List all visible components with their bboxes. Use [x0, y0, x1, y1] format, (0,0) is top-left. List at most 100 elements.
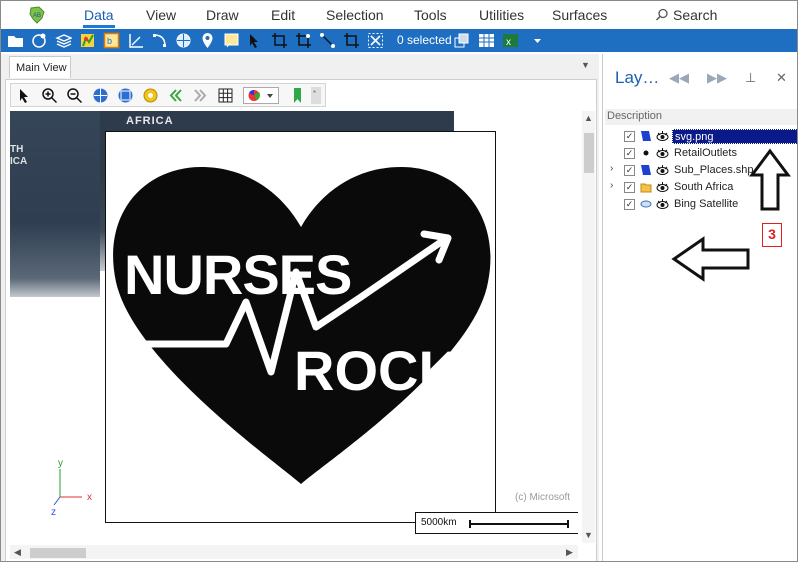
layer-visibility-checkbox[interactable]: ✓: [624, 131, 635, 142]
axis-z-label: z: [51, 507, 56, 517]
map-icon[interactable]: [79, 32, 96, 49]
map-panel: * AFRICA TH ICA NURSES ROCK (c) Microsof…: [5, 79, 597, 561]
table-icon[interactable]: [478, 32, 495, 49]
layer-visibility-checkbox[interactable]: ✓: [624, 182, 635, 193]
tab-main-view[interactable]: Main View: [9, 56, 71, 78]
grid-icon[interactable]: [217, 87, 234, 104]
menu-edit[interactable]: Edit: [271, 7, 295, 23]
menu-utilities[interactable]: Utilities: [479, 7, 524, 23]
app-window: AB Data View Draw Edit Selection Tools U…: [0, 0, 798, 562]
layer-name[interactable]: Sub_Places.shp: [672, 163, 756, 178]
globe-zoom-icon[interactable]: [92, 87, 109, 104]
select-box-icon[interactable]: b: [103, 32, 120, 49]
pin-panel-icon[interactable]: ⊥: [745, 70, 756, 86]
pin-icon[interactable]: [199, 32, 216, 49]
excel-icon[interactable]: x: [502, 32, 519, 49]
app-logo-icon[interactable]: AB: [27, 6, 47, 24]
eye-icon[interactable]: [656, 181, 669, 193]
layer-name[interactable]: Bing Satellite: [672, 197, 740, 212]
menu-bar: AB Data View Draw Edit Selection Tools U…: [1, 1, 797, 29]
layer-visibility-checkbox[interactable]: ✓: [624, 199, 635, 210]
pointer-icon[interactable]: [16, 87, 33, 104]
search-icon[interactable]: [655, 8, 669, 22]
heart-text-line1: NURSES: [124, 243, 351, 306]
measure-icon[interactable]: [127, 32, 144, 49]
menu-surfaces[interactable]: Surfaces: [552, 7, 607, 23]
expand-chevron-icon[interactable]: ›: [610, 180, 613, 191]
point-layer-icon: [643, 150, 649, 156]
scroll-right-icon[interactable]: ▶: [566, 547, 573, 558]
search-label[interactable]: Search: [673, 7, 717, 23]
node-edit-icon[interactable]: [151, 32, 168, 49]
close-panel-icon[interactable]: ✕: [776, 70, 787, 86]
forward-icon[interactable]: [192, 87, 209, 104]
horizontal-scroll-thumb[interactable]: [30, 548, 86, 558]
layer-visibility-checkbox[interactable]: ✓: [624, 148, 635, 159]
folder-icon: [640, 183, 652, 193]
open-folder-icon[interactable]: [7, 32, 24, 49]
document-area: Main View ▼ * AFRICA TH ICA NURSES ROCK …: [1, 54, 599, 561]
back-icon[interactable]: [167, 87, 184, 104]
layer-name[interactable]: South Africa: [672, 180, 735, 195]
annotation-up-arrow: [749, 148, 791, 211]
globe-extent-icon[interactable]: [117, 87, 134, 104]
svg-text:*: *: [313, 89, 316, 98]
vertex-icon[interactable]: [295, 32, 312, 49]
axis-y-label: y: [58, 458, 63, 469]
menu-draw[interactable]: Draw: [206, 7, 239, 23]
selected-count: 0 selected: [397, 33, 452, 47]
layer-visibility-checkbox[interactable]: ✓: [624, 165, 635, 176]
image-layer-icon: [641, 131, 651, 141]
expand-chevron-icon[interactable]: ›: [610, 163, 613, 174]
image-layer-frame[interactable]: NURSES ROCK: [105, 131, 496, 523]
horizontal-scrollbar[interactable]: ◀ ▶: [10, 545, 578, 559]
crop-select-icon[interactable]: [343, 32, 360, 49]
menu-selection[interactable]: Selection: [326, 7, 384, 23]
globe-icon[interactable]: [175, 32, 192, 49]
database-tool-icon[interactable]: [31, 32, 48, 49]
clear-selection-icon[interactable]: [367, 32, 384, 49]
scale-label: 5000km: [421, 517, 457, 528]
move-first-icon[interactable]: ◀◀: [669, 70, 689, 86]
nurses-rock-heart-image: NURSES ROCK: [113, 167, 491, 484]
menu-view[interactable]: View: [146, 7, 176, 23]
axis-indicator: y x z: [51, 458, 92, 517]
scroll-left-icon[interactable]: ◀: [14, 547, 21, 558]
pin-toolbar-icon[interactable]: *: [311, 87, 321, 104]
map-canvas[interactable]: AFRICA TH ICA NURSES ROCK (c) Microsoft …: [10, 111, 578, 543]
zoom-out-icon[interactable]: [66, 87, 83, 104]
map-toolbar: *: [10, 83, 326, 107]
satellite-layer-icon: [640, 200, 652, 208]
move-last-icon[interactable]: ▶▶: [707, 70, 727, 86]
eye-icon[interactable]: [656, 147, 669, 159]
zoom-in-icon[interactable]: [41, 87, 58, 104]
bookmark-icon[interactable]: [289, 87, 306, 104]
select-arrow-icon[interactable]: [247, 32, 264, 49]
description-header: Description: [605, 109, 797, 125]
svg-text:AB: AB: [33, 13, 41, 19]
menu-data[interactable]: Data: [84, 7, 114, 23]
selection-export-icon[interactable]: [453, 32, 470, 49]
annotation-number-badge: 3: [762, 223, 782, 247]
eye-icon[interactable]: [656, 164, 669, 176]
layer-name[interactable]: RetailOutlets: [672, 146, 739, 161]
vertical-scroll-thumb[interactable]: [584, 133, 594, 173]
frame-icon[interactable]: [223, 32, 240, 49]
tab-menu-arrow-icon[interactable]: ▼: [581, 60, 590, 70]
scroll-down-icon[interactable]: ▼: [584, 530, 593, 540]
eye-icon[interactable]: [656, 130, 669, 142]
palette-icon[interactable]: [243, 87, 279, 104]
svg-text:b: b: [107, 36, 112, 46]
vertex-add-icon[interactable]: [319, 32, 336, 49]
layer-row-svg-png[interactable]: ✓ svg.png: [605, 128, 797, 145]
dropdown-icon[interactable]: [529, 32, 546, 49]
crop-icon[interactable]: [271, 32, 288, 49]
layers-stack-icon[interactable]: [55, 32, 72, 49]
vertical-scrollbar[interactable]: ▲ ▼: [582, 111, 595, 543]
scroll-up-icon[interactable]: ▲: [584, 113, 593, 123]
settings-gear-icon[interactable]: [142, 87, 159, 104]
eye-icon[interactable]: [656, 198, 669, 210]
map-copyright: (c) Microsoft: [515, 492, 570, 503]
layer-name[interactable]: svg.png: [672, 129, 797, 144]
menu-tools[interactable]: Tools: [414, 7, 447, 23]
